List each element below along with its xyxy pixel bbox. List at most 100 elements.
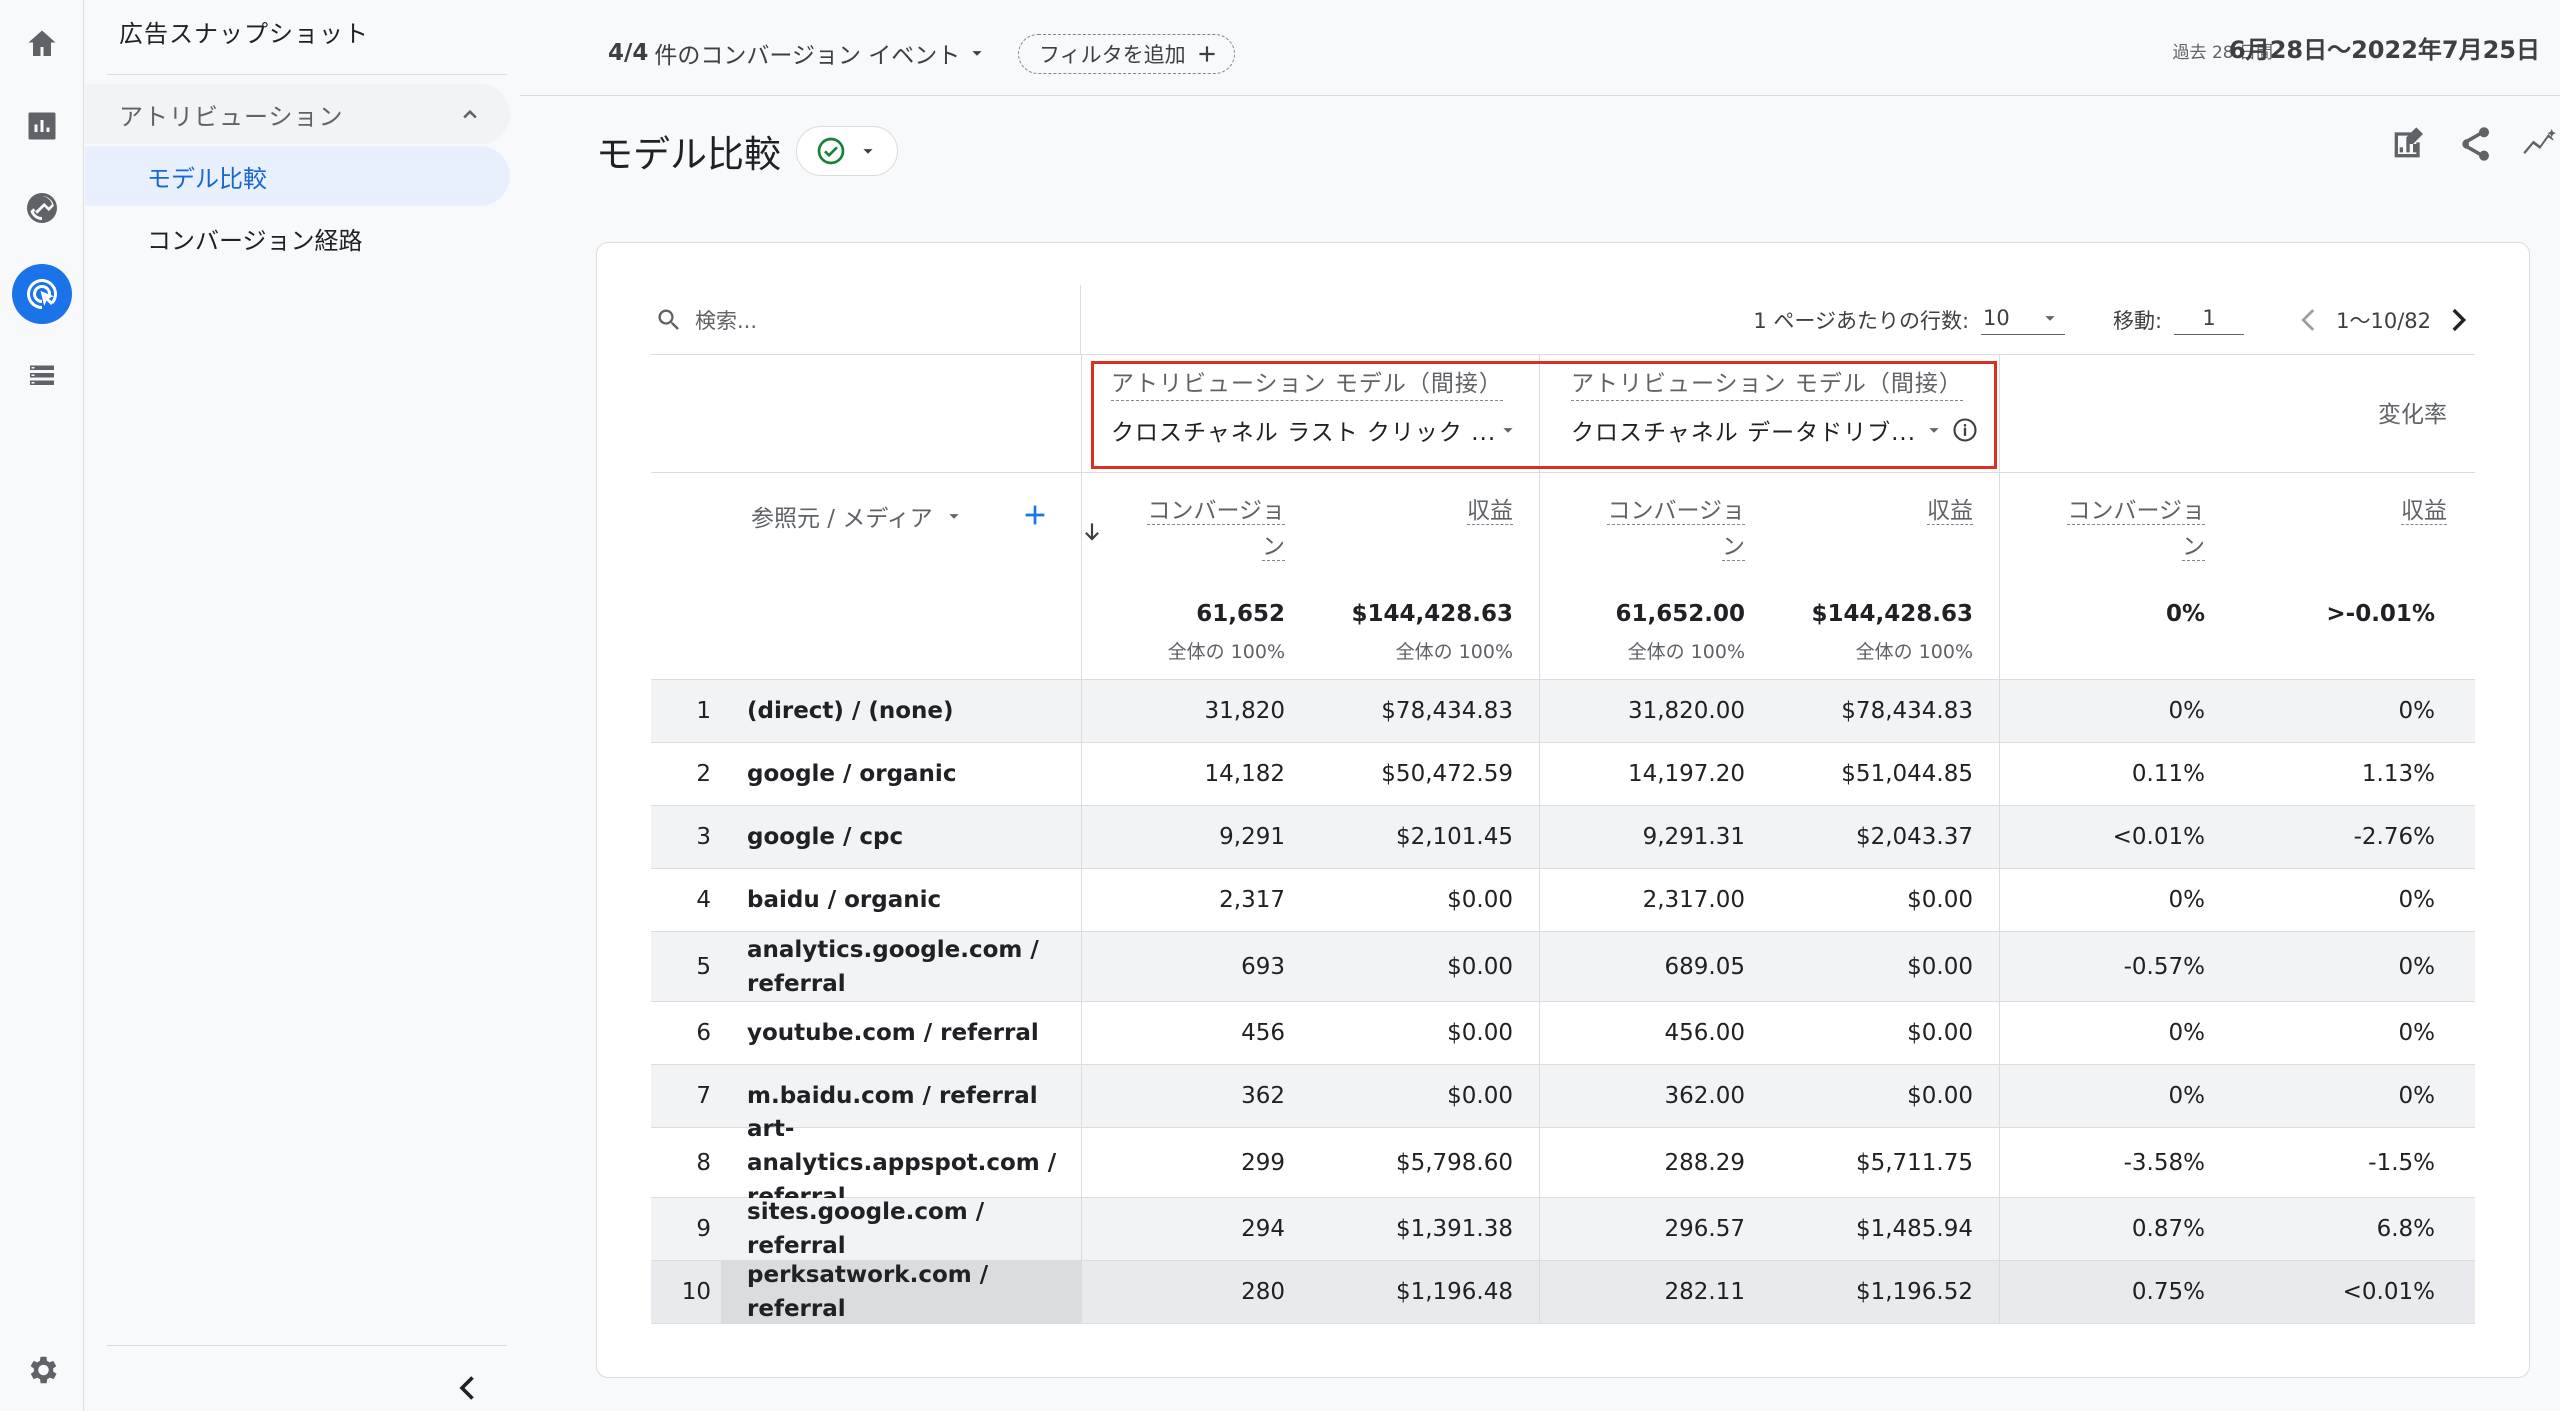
total-conversions-change: 0% xyxy=(2166,601,2205,627)
reports-icon[interactable] xyxy=(12,96,72,156)
cell-r2: $2,043.37 xyxy=(1855,824,1973,850)
search-input[interactable]: 検索... xyxy=(651,285,1081,355)
explore-icon[interactable] xyxy=(12,178,72,238)
column-divider xyxy=(1999,1002,2000,1064)
dimension-selector[interactable]: 参照元 / メディア xyxy=(751,499,965,533)
cell-dim: google / cpc xyxy=(747,824,904,850)
cell-c2: 456.00 xyxy=(1664,1020,1745,1046)
total-revenue-1: $144,428.63 全体の 100% xyxy=(1351,601,1513,664)
table-row[interactable]: 6 youtube.com / referral 456 $0.00 456.00 $0.… xyxy=(651,1002,2475,1065)
total-revenue-change: >-0.01% xyxy=(2326,601,2435,627)
column-divider xyxy=(1081,1198,1082,1260)
caret-down-icon xyxy=(2045,315,2055,321)
total-percent: 全体の 100% xyxy=(1167,641,1285,663)
conversion-events-selector[interactable]: 4/4 件のコンバージョン イベント xyxy=(608,36,988,70)
report-status-dropdown[interactable] xyxy=(796,126,898,176)
prev-page-chevron-icon[interactable] xyxy=(2292,303,2326,337)
cell-dc: -0.57% xyxy=(2123,953,2205,980)
nav-item-label: モデル比較 xyxy=(147,164,267,193)
metric-label: 収益 xyxy=(1927,498,1973,525)
column-divider xyxy=(1539,1261,1540,1323)
add-filter-button[interactable]: フィルタを追加 xyxy=(1018,34,1235,74)
nav-item-conversion-paths[interactable]: コンバージョン経路 xyxy=(85,208,510,268)
cell-dim: google / organic xyxy=(747,761,957,787)
cell-dc: 0.87% xyxy=(2131,1216,2205,1242)
nav-divider xyxy=(107,74,507,75)
change-rate-label: 変化率 xyxy=(2378,402,2447,428)
cell-c2: 2,317.00 xyxy=(1642,887,1745,913)
table-row[interactable]: 10 perksatwork.com / referral 280 $1,196.48… xyxy=(651,1261,2475,1324)
metric-revenue-2[interactable]: 収益 xyxy=(1927,493,1973,529)
metric-conversions-2[interactable]: コンバージョン xyxy=(1585,493,1745,565)
add-dimension-plus-icon[interactable] xyxy=(1019,499,1051,531)
cell-c1: 31,820 xyxy=(1204,698,1285,724)
nav-item-model-comparison[interactable]: モデル比較 xyxy=(85,146,510,206)
nav-group-attribution[interactable]: アトリビューション xyxy=(85,84,510,144)
cell-r1: $0.00 xyxy=(1447,887,1513,913)
table-row[interactable]: 2 google / organic 14,182 $50,472.59 14,197.… xyxy=(651,743,2475,806)
total-conversions-2: 61,652.00 全体の 100% xyxy=(1616,601,1746,664)
rows-per-page-select[interactable]: 10 xyxy=(1981,305,2066,335)
cell-i: 1 xyxy=(696,698,711,724)
admin-gear-icon[interactable] xyxy=(12,1340,72,1400)
next-page-chevron-icon[interactable] xyxy=(2441,303,2475,337)
secondary-nav: 広告スナップショット アトリビューション モデル比較 コンバージョン経路 xyxy=(85,0,520,1411)
column-divider xyxy=(1999,869,2000,931)
cell-c1: 280 xyxy=(1241,1279,1285,1305)
rows-per-page-value: 10 xyxy=(1983,305,2010,330)
cell-c2: 362.00 xyxy=(1664,1083,1745,1109)
column-divider xyxy=(1539,743,1540,805)
column-divider xyxy=(1081,680,1082,742)
table-row[interactable]: 8 art-analytics.appspot.com / referral 299… xyxy=(651,1116,2475,1210)
cell-r2: $0.00 xyxy=(1907,953,1973,980)
sort-descending-arrow-icon xyxy=(1085,523,1099,541)
column-divider xyxy=(1999,743,2000,805)
total-value: 0% xyxy=(2165,601,2205,627)
table-body: 1 (direct) / (none) 31,820 $78,434.83 31,820… xyxy=(651,680,2475,1324)
nav-ad-snapshot[interactable]: 広告スナップショット xyxy=(119,14,369,49)
metric-conversions-1[interactable]: コンバージョン xyxy=(1125,493,1285,565)
total-revenue-2: $144,428.63 全体の 100% xyxy=(1811,601,1973,664)
cell-c2: 31,820.00 xyxy=(1627,698,1745,724)
metric-revenue-change[interactable]: 収益 xyxy=(2401,493,2447,529)
insights-icon[interactable] xyxy=(2520,124,2560,164)
table-row[interactable]: 4 baidu / organic 2,317 $0.00 2,317.00 $0.00 0… xyxy=(651,869,2475,932)
page-range: 1〜10/82 xyxy=(2336,309,2431,333)
table-row[interactable]: 1 (direct) / (none) 31,820 $78,434.83 31,820… xyxy=(651,680,2475,743)
cell-r2: $78,434.83 xyxy=(1841,698,1973,724)
total-value: >-0.01% xyxy=(2326,601,2435,627)
column-divider xyxy=(1539,680,1540,742)
rows-per-page-label: 1 ページあたりの行数: xyxy=(1753,309,1970,333)
cell-dim: youtube.com / referral xyxy=(747,1020,1039,1046)
add-filter-label: フィルタを追加 xyxy=(1039,43,1186,67)
metric-header: 参照元 / メディア コンバージョン 収益 コンバージョン 収益 コンバージョン… xyxy=(651,473,2475,680)
cell-c1: 9,291 xyxy=(1219,824,1285,850)
configure-icon[interactable] xyxy=(12,346,72,406)
column-divider xyxy=(1999,1065,2000,1127)
date-range-picker[interactable]: 6月28日〜2022年7月25日 xyxy=(2229,30,2540,65)
cell-dr: 0% xyxy=(2398,1083,2436,1109)
cell-i: 6 xyxy=(696,1020,711,1046)
cell-dr: 6.8% xyxy=(2376,1216,2435,1242)
advertising-icon[interactable] xyxy=(12,264,72,324)
share-icon[interactable] xyxy=(2454,124,2494,164)
total-value: 61,652 xyxy=(1196,601,1285,627)
table-row[interactable]: 9 sites.google.com / referral 294 $1,391.38… xyxy=(651,1198,2475,1261)
total-value: $144,428.63 xyxy=(1811,601,1973,627)
table-row[interactable]: 3 google / cpc 9,291 $2,101.45 9,291.31 $2,04… xyxy=(651,806,2475,869)
table-row[interactable]: 5 analytics.google.com / referral 693 $0.00… xyxy=(651,932,2475,1002)
dimension-label: 参照元 / メディア xyxy=(751,506,933,532)
metric-label: ン xyxy=(1262,534,1285,561)
metric-label: コンバージョ xyxy=(1147,498,1285,525)
cell-i: 2 xyxy=(696,761,711,787)
cell-c1: 299 xyxy=(1241,1149,1285,1176)
plus-icon xyxy=(1199,46,1215,62)
column-divider xyxy=(1999,1261,2000,1323)
collapse-nav-chevron-left-icon[interactable] xyxy=(450,1370,486,1406)
goto-page-input[interactable]: 1 xyxy=(2174,306,2245,335)
filter-bar: 4/4 件のコンバージョン イベント フィルタを追加 過去 28 日間 6月28… xyxy=(520,0,2560,96)
customize-report-icon[interactable] xyxy=(2388,124,2428,164)
home-icon[interactable] xyxy=(12,14,72,74)
metric-conversions-change[interactable]: コンバージョン xyxy=(2045,493,2205,565)
metric-revenue-1[interactable]: 収益 xyxy=(1467,493,1513,529)
